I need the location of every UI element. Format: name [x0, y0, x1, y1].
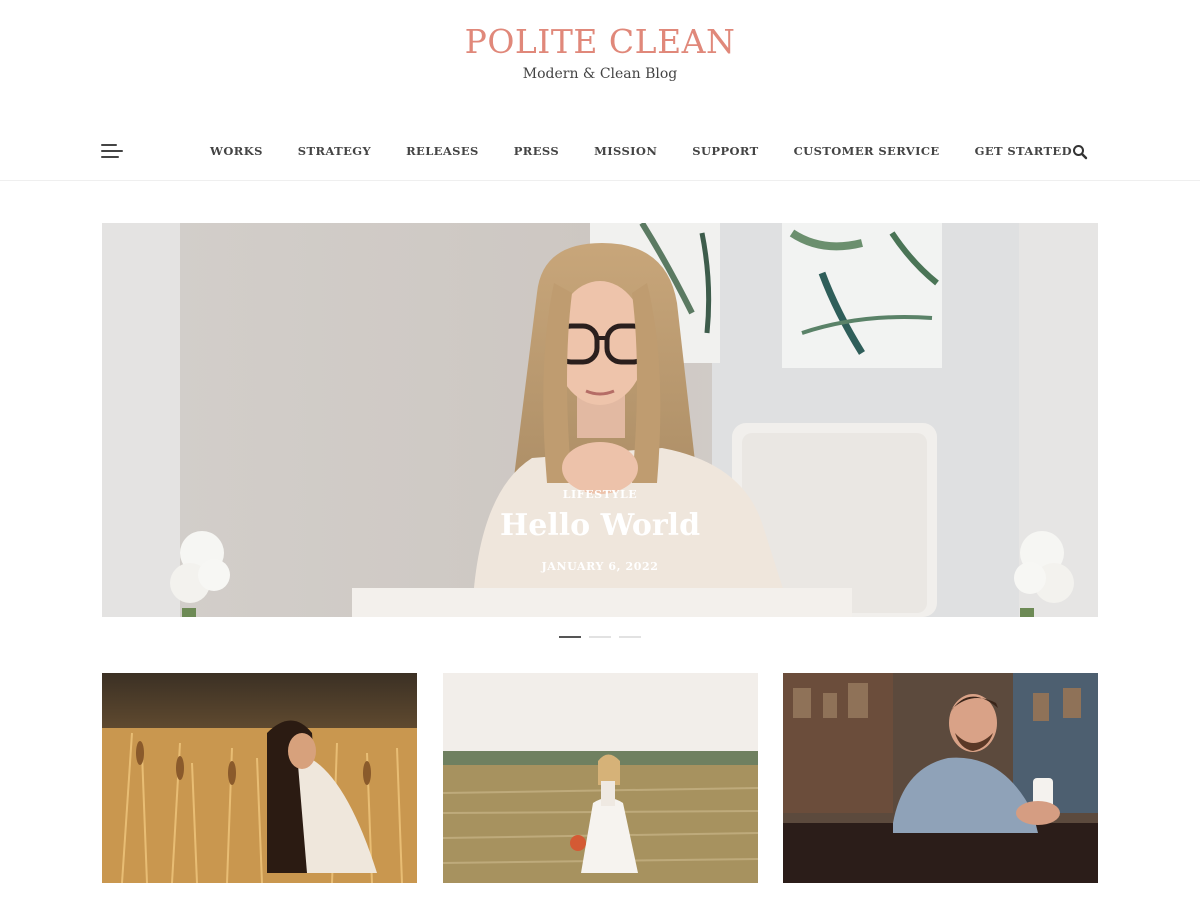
hero-slide[interactable]: LIFESTYLE Hello World JANUARY 6, 2022 — [102, 223, 1098, 617]
post-card-3[interactable] — [783, 673, 1098, 883]
nav-item-customer-service[interactable]: CUSTOMER SERVICE — [794, 143, 940, 159]
nav-item-get-started[interactable]: GET STARTED — [975, 143, 1072, 159]
hero-date: JANUARY 6, 2022 — [541, 560, 659, 573]
post-card-image — [102, 673, 417, 883]
site-branding: POLITE CLEAN Modern & Clean Blog — [0, 0, 1200, 110]
hamburger-menu-icon[interactable] — [101, 142, 123, 160]
nav-item-works[interactable]: WORKS — [210, 143, 263, 159]
hero-category[interactable]: LIFESTYLE — [102, 488, 1098, 502]
post-card-2[interactable] — [443, 673, 758, 883]
hero-title[interactable]: Hello World — [102, 507, 1098, 545]
nav-item-support[interactable]: SUPPORT — [692, 143, 758, 159]
post-card-1[interactable] — [102, 673, 417, 883]
nav-menu: WORKS STRATEGY RELEASES PRESS MISSION SU… — [210, 143, 1072, 159]
slider-pagination — [559, 636, 643, 640]
slider-dot-2[interactable] — [589, 636, 611, 638]
site-tagline: Modern & Clean Blog — [522, 66, 678, 82]
search-icon[interactable] — [1072, 144, 1088, 160]
nav-item-strategy[interactable]: STRATEGY — [298, 143, 371, 159]
nav-item-mission[interactable]: MISSION — [594, 143, 657, 159]
site-title[interactable]: POLITE CLEAN — [0, 22, 1200, 62]
post-card-image — [443, 673, 758, 883]
post-card-image — [783, 673, 1098, 883]
nav-item-releases[interactable]: RELEASES — [406, 143, 479, 159]
main-navigation: WORKS STRATEGY RELEASES PRESS MISSION SU… — [0, 122, 1200, 181]
nav-item-press[interactable]: PRESS — [514, 143, 559, 159]
hero-caption: LIFESTYLE Hello World JANUARY 6, 2022 — [102, 223, 1098, 617]
slider-dot-3[interactable] — [619, 636, 641, 638]
slider-dot-1[interactable] — [559, 636, 581, 638]
